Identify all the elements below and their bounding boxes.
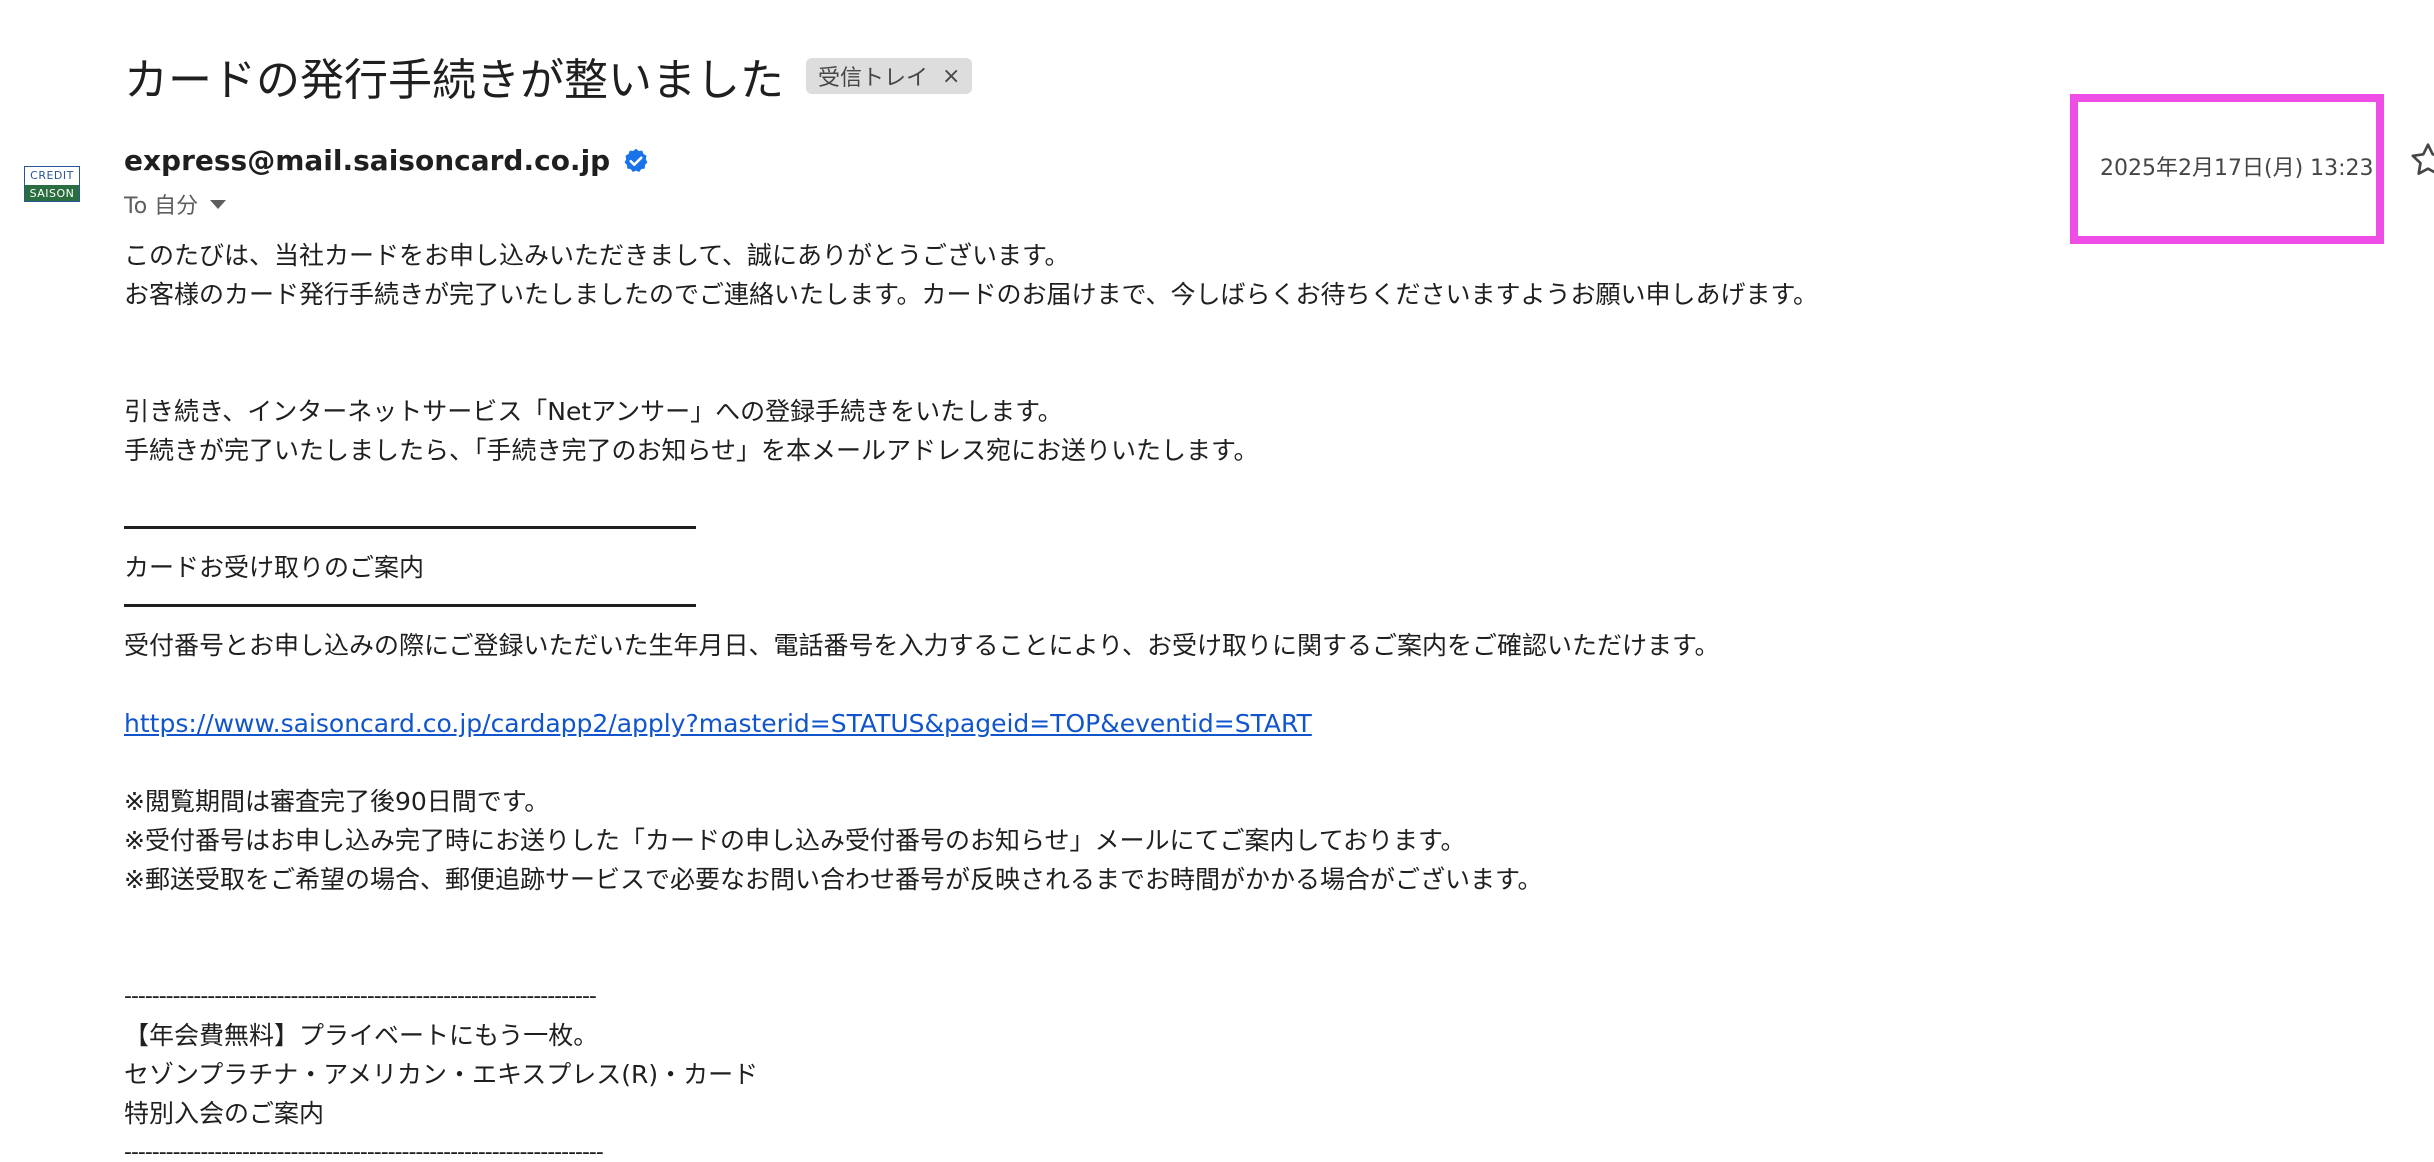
recipient-row[interactable]: To 自分 [124,188,227,220]
promo-line: 【年会費無料】プライベートにもう一枚。 [124,1021,599,1050]
close-icon[interactable]: × [942,64,960,89]
avatar-logo-bottom: SAISON [25,185,79,201]
section-title: カードお受け取りのご案内 [124,553,425,582]
body-line: 手続きが完了いたしましたら、「手続き完了のお知らせ」を本メールアドレス宛にお送り… [124,436,1259,465]
sender-address[interactable]: express@mail.saisoncard.co.jp [124,144,610,177]
verified-badge-icon [624,148,648,172]
dash-divider: ----------------------------------------… [124,1140,604,1162]
avatar[interactable]: CREDIT SAISON [24,166,80,202]
recipient-text: To 自分 [124,194,199,219]
body-line: お客様のカード発行手続きが完了いたしましたのでご連絡いたします。カードのお届けま… [124,280,1819,309]
body-line-link: https://www.saisoncard.co.jp/cardapp2/ap… [124,704,2324,743]
sender-row: express@mail.saisoncard.co.jp [124,144,650,177]
chevron-down-icon[interactable] [210,199,227,209]
section-rule-bottom [124,587,2324,626]
email-view: カードの発行手続きが整いました 受信トレイ × CREDIT SAISON ex… [0,0,2434,1162]
avatar-logo-top: CREDIT [25,167,79,185]
label-chip-inbox[interactable]: 受信トレイ × [806,58,973,94]
body-line: 受付番号とお申し込みの際にご登録いただいた生年月日、電話番号を入力することにより… [124,631,1720,660]
body-line: 引き続き、インターネットサービス「Netアンサー」への登録手続きをいたします。 [124,397,1063,426]
note-line: ※郵送受取をご希望の場合、郵便追跡サービスで必要なお問い合わせ番号が反映されるま… [124,865,1543,894]
note-line: ※閲覧期間は審査完了後90日間です。 [124,787,550,816]
email-date: 2025年2月17日(月) 13:23 [2100,156,2374,181]
section-rule-top [124,509,2324,548]
status-link[interactable]: https://www.saisoncard.co.jp/cardapp2/ap… [124,709,1312,738]
star-icon[interactable] [2408,140,2434,180]
note-line: ※受付番号はお申し込み完了時にお送りした「カードの申し込み受付番号のお知らせ」メ… [124,826,1466,855]
body-line: このたびは、当社カードをお申し込みいただきまして、誠にありがとうございます。 [124,241,1070,270]
promo-line: セゾンプラチナ・アメリカン・エキスプレス(R)・カード [124,1060,759,1089]
email-body: このたびは、当社カードをお申し込みいただきまして、誠にありがとうございます。 お… [124,236,2324,1162]
label-chip-text: 受信トレイ [818,66,929,91]
dash-divider: ----------------------------------------… [124,984,597,1009]
email-subject: カードの発行手続きが整いました [124,55,784,106]
promo-line: 特別入会のご案内 [124,1099,325,1128]
subject-row: カードの発行手続きが整いました 受信トレイ × [124,44,973,108]
